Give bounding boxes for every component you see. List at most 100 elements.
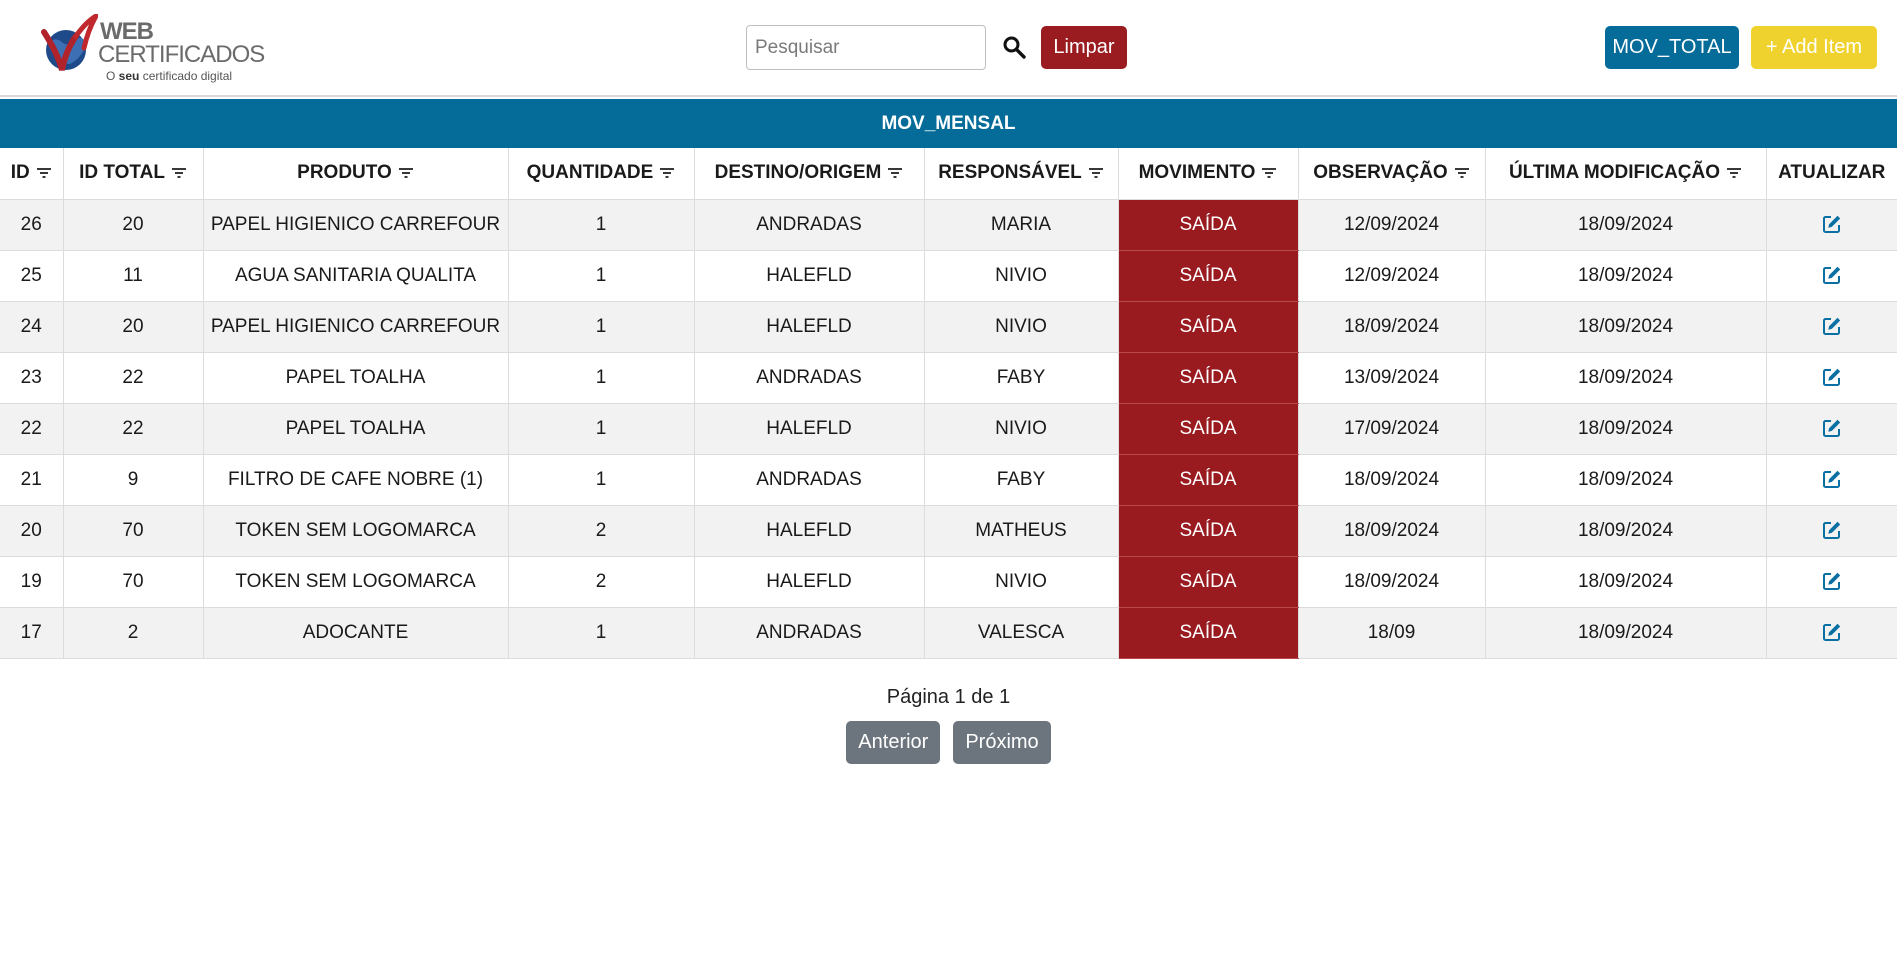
cell-quantidade: 1 <box>508 199 695 251</box>
cell-atualizar <box>1766 454 1897 506</box>
next-page-button[interactable]: Próximo <box>953 721 1051 764</box>
column-header-label: MOVIMENTO <box>1138 162 1256 184</box>
column-header: PRODUTO <box>203 148 509 200</box>
cell-movimento: SAÍDA <box>1118 556 1299 608</box>
movement-table-section: MOV_MENSAL ID ID TOTAL PRODUTO QUANTIDADE DE… <box>0 99 1897 659</box>
cell-id: 25 <box>0 250 64 302</box>
column-header-label: ATUALIZAR <box>1778 162 1886 184</box>
previous-page-button[interactable]: Anterior <box>846 721 941 764</box>
cell-id-total: 20 <box>63 301 204 353</box>
filter-icon[interactable] <box>1726 167 1742 179</box>
cell-responsavel: NIVIO <box>924 301 1119 353</box>
edit-icon[interactable] <box>1822 622 1842 642</box>
cell-observacao: 12/09/2024 <box>1298 199 1486 251</box>
cell-observacao: 13/09/2024 <box>1298 352 1486 404</box>
cell-atualizar <box>1766 556 1897 608</box>
filter-icon[interactable] <box>1454 167 1470 179</box>
cell-destino-origem: HALEFLD <box>694 556 925 608</box>
filter-icon[interactable] <box>1088 167 1104 179</box>
cell-observacao: 18/09 <box>1298 607 1486 659</box>
cell-produto: PAPEL HIGIENICO CARREFOUR <box>203 301 509 353</box>
cell-quantidade: 1 <box>508 250 695 302</box>
search-icon <box>1003 36 1026 59</box>
cell-observacao: 18/09/2024 <box>1298 301 1486 353</box>
cell-id: 17 <box>0 607 64 659</box>
table-row: 19 70 TOKEN SEM LOGOMARCA 2 HALEFLD NIVIO SAÍD… <box>0 556 1897 608</box>
column-header-label: PRODUTO <box>297 162 392 184</box>
edit-icon[interactable] <box>1822 571 1842 591</box>
cell-id-total: 11 <box>63 250 204 302</box>
column-header: MOVIMENTO <box>1118 148 1299 200</box>
edit-icon[interactable] <box>1822 214 1842 234</box>
cell-responsavel: MARIA <box>924 199 1119 251</box>
clear-button[interactable]: Limpar <box>1041 26 1127 69</box>
cell-destino-origem: ANDRADAS <box>694 352 925 404</box>
mov-total-button[interactable]: MOV_TOTAL <box>1605 26 1739 69</box>
cell-movimento: SAÍDA <box>1118 352 1299 404</box>
cell-atualizar <box>1766 505 1897 557</box>
cell-movimento: SAÍDA <box>1118 454 1299 506</box>
cell-destino-origem: HALEFLD <box>694 301 925 353</box>
cell-atualizar <box>1766 199 1897 251</box>
edit-icon[interactable] <box>1822 418 1842 438</box>
cell-destino-origem: ANDRADAS <box>694 199 925 251</box>
cell-movimento: SAÍDA <box>1118 199 1299 251</box>
cell-id-total: 70 <box>63 505 204 557</box>
cell-destino-origem: HALEFLD <box>694 505 925 557</box>
logo-text-certificados: CERTIFICADOS <box>98 41 265 68</box>
cell-responsavel: VALESCA <box>924 607 1119 659</box>
cell-observacao: 18/09/2024 <box>1298 454 1486 506</box>
cell-id-total: 22 <box>63 403 204 455</box>
table-title: MOV_MENSAL <box>0 99 1897 148</box>
cell-produto: FILTRO DE CAFE NOBRE (1) <box>203 454 509 506</box>
cell-destino-origem: HALEFLD <box>694 403 925 455</box>
page-indicator: Página 1 de 1 <box>886 686 1011 708</box>
edit-icon[interactable] <box>1822 265 1842 285</box>
cell-id-total: 9 <box>63 454 204 506</box>
add-item-button[interactable]: + Add Item <box>1751 26 1877 69</box>
cell-responsavel: MATHEUS <box>924 505 1119 557</box>
cell-atualizar <box>1766 352 1897 404</box>
cell-id: 20 <box>0 505 64 557</box>
filter-icon[interactable] <box>36 167 52 179</box>
cell-destino-origem: ANDRADAS <box>694 607 925 659</box>
filter-icon[interactable] <box>1261 167 1277 179</box>
filter-icon[interactable] <box>887 167 903 179</box>
cell-produto: PAPEL TOALHA <box>203 403 509 455</box>
edit-icon[interactable] <box>1822 469 1842 489</box>
cell-quantidade: 1 <box>508 403 695 455</box>
cell-ultima-modificacao: 18/09/2024 <box>1485 301 1767 353</box>
cell-responsavel: NIVIO <box>924 250 1119 302</box>
cell-id-total: 22 <box>63 352 204 404</box>
cell-movimento: SAÍDA <box>1118 403 1299 455</box>
cell-observacao: 18/09/2024 <box>1298 556 1486 608</box>
cell-produto: PAPEL HIGIENICO CARREFOUR <box>203 199 509 251</box>
column-header-label: QUANTIDADE <box>526 162 654 184</box>
column-header: QUANTIDADE <box>508 148 695 200</box>
filter-icon[interactable] <box>171 167 187 179</box>
web-certificados-logo[interactable]: WEB CERTIFICADOS O seu certificado digit… <box>40 12 265 84</box>
search-button[interactable] <box>997 30 1031 64</box>
filter-icon[interactable] <box>659 167 675 179</box>
cell-id-total: 20 <box>63 199 204 251</box>
table-row: 25 11 AGUA SANITARIA QUALITA 1 HALEFLD NIVIO S… <box>0 250 1897 302</box>
cell-id: 23 <box>0 352 64 404</box>
cell-id: 24 <box>0 301 64 353</box>
cell-movimento: SAÍDA <box>1118 301 1299 353</box>
table-row: 21 9 FILTRO DE CAFE NOBRE (1) 1 ANDRADAS FABY… <box>0 454 1897 506</box>
edit-icon[interactable] <box>1822 316 1842 336</box>
edit-icon[interactable] <box>1822 367 1842 387</box>
cell-produto: TOKEN SEM LOGOMARCA <box>203 556 509 608</box>
cell-responsavel: FABY <box>924 352 1119 404</box>
logo-tagline: O seu certificado digital <box>106 69 233 83</box>
edit-icon[interactable] <box>1822 520 1842 540</box>
cell-observacao: 12/09/2024 <box>1298 250 1486 302</box>
column-header-label: DESTINO/ORIGEM <box>714 162 882 184</box>
filter-icon[interactable] <box>398 167 414 179</box>
cell-responsavel: NIVIO <box>924 556 1119 608</box>
table-row: 17 2 ADOCANTE 1 ANDRADAS VALESCA SAÍDA 18/09 18/… <box>0 607 1897 659</box>
cell-id-total: 70 <box>63 556 204 608</box>
cell-observacao: 18/09/2024 <box>1298 505 1486 557</box>
search-input[interactable] <box>746 25 986 70</box>
cell-quantidade: 1 <box>508 454 695 506</box>
